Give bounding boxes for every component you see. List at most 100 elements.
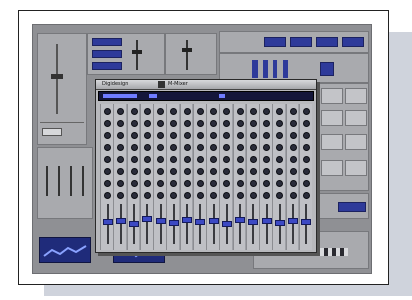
channel-knob[interactable] (183, 144, 191, 151)
channel-knob[interactable] (130, 120, 138, 127)
channel-knob[interactable] (289, 108, 297, 115)
pad-box-2[interactable] (345, 88, 367, 104)
channel-knob[interactable] (210, 108, 218, 115)
pad-box-6[interactable] (345, 134, 367, 150)
channel-knob[interactable] (302, 192, 310, 199)
left-lower-slider-4[interactable] (82, 166, 84, 196)
channel-knob[interactable] (196, 168, 204, 175)
channel-knob[interactable] (104, 156, 112, 163)
channel-knob[interactable] (289, 156, 297, 163)
channel-knob[interactable] (157, 144, 165, 151)
channel-knob[interactable] (157, 132, 165, 139)
fader-handle[interactable] (274, 220, 285, 227)
channel-knob[interactable] (210, 132, 218, 139)
channel-knob[interactable] (104, 180, 112, 187)
left-lower-slider-2[interactable] (58, 166, 60, 196)
left-lower-slider-3[interactable] (70, 166, 72, 196)
channel-knob[interactable] (183, 108, 191, 115)
channel-knob[interactable] (249, 156, 257, 163)
channel-knob[interactable] (210, 120, 218, 127)
channel-knob[interactable] (210, 144, 218, 151)
channel-knob[interactable] (263, 144, 271, 151)
channel-knob[interactable] (263, 156, 271, 163)
channel-knob[interactable] (276, 180, 284, 187)
channel-knob[interactable] (249, 168, 257, 175)
channel-knob[interactable] (183, 120, 191, 127)
channel-knob[interactable] (289, 168, 297, 175)
channel-knob[interactable] (223, 120, 231, 127)
pad-box-3[interactable] (321, 110, 343, 126)
pad-box-8[interactable] (345, 160, 367, 176)
channel-knob[interactable] (104, 168, 112, 175)
mixer-titlebar[interactable]: Digidesign M-Mixer (96, 80, 316, 90)
channel-knob[interactable] (104, 132, 112, 139)
upper-slider-icon[interactable] (136, 40, 138, 70)
fader-handle[interactable] (248, 219, 259, 226)
transport-button-1[interactable] (264, 37, 286, 47)
channel-knob[interactable] (157, 180, 165, 187)
channel-knob[interactable] (249, 144, 257, 151)
channel-knob[interactable] (157, 192, 165, 199)
channel-knob[interactable] (276, 168, 284, 175)
channel-knob[interactable] (276, 120, 284, 127)
tempo-slider-track[interactable] (186, 40, 188, 70)
channel-knob[interactable] (170, 192, 178, 199)
channel-knob[interactable] (289, 192, 297, 199)
channel-knob[interactable] (183, 132, 191, 139)
channel-knob[interactable] (143, 156, 151, 163)
channel-knob[interactable] (236, 180, 244, 187)
channel-knob[interactable] (143, 120, 151, 127)
pad-box-4[interactable] (345, 110, 367, 126)
tempo-slider-handle[interactable] (182, 48, 192, 52)
channel-knob[interactable] (196, 108, 204, 115)
channel-knob[interactable] (223, 168, 231, 175)
left-slider-handle[interactable] (51, 74, 63, 79)
fader-handle[interactable] (261, 218, 272, 225)
channel-knob[interactable] (263, 180, 271, 187)
channel-knob[interactable] (210, 156, 218, 163)
channel-knob[interactable] (236, 156, 244, 163)
channel-knob[interactable] (130, 168, 138, 175)
channel-knob[interactable] (157, 108, 165, 115)
channel-knob[interactable] (170, 168, 178, 175)
channel-knob[interactable] (143, 108, 151, 115)
channel-knob[interactable] (143, 132, 151, 139)
channel-knob[interactable] (236, 144, 244, 151)
channel-knob[interactable] (117, 132, 125, 139)
channel-knob[interactable] (236, 192, 244, 199)
channel-knob[interactable] (210, 168, 218, 175)
channel-knob[interactable] (223, 144, 231, 151)
channel-knob[interactable] (170, 108, 178, 115)
channel-knob[interactable] (302, 180, 310, 187)
fader-handle[interactable] (129, 221, 140, 227)
channel-knob[interactable] (302, 132, 310, 139)
channel-knob[interactable] (289, 180, 297, 187)
channel-knob[interactable] (117, 192, 125, 199)
channel-knob[interactable] (302, 144, 310, 151)
channel-knob[interactable] (236, 132, 244, 139)
fader-handle[interactable] (115, 217, 126, 224)
channel-knob[interactable] (117, 108, 125, 115)
channel-knob[interactable] (170, 144, 178, 151)
channel-knob[interactable] (289, 132, 297, 139)
channel-knob[interactable] (130, 144, 138, 151)
channel-knob[interactable] (130, 180, 138, 187)
channel-knob[interactable] (249, 120, 257, 127)
channel-knob[interactable] (223, 156, 231, 163)
channel-knob[interactable] (104, 144, 112, 151)
left-lower-slider-1[interactable] (46, 166, 48, 196)
pad-box-1[interactable] (321, 88, 343, 104)
channel-knob[interactable] (104, 120, 112, 127)
transport-button-2[interactable] (290, 37, 312, 47)
channel-knob[interactable] (236, 108, 244, 115)
channel-knob[interactable] (157, 156, 165, 163)
channel-knob[interactable] (170, 180, 178, 187)
channel-knob[interactable] (183, 192, 191, 199)
channel-knob[interactable] (117, 180, 125, 187)
channel-knob[interactable] (104, 108, 112, 115)
channel-knob[interactable] (130, 108, 138, 115)
channel-knob[interactable] (263, 168, 271, 175)
channel-knob[interactable] (130, 156, 138, 163)
channel-knob[interactable] (210, 192, 218, 199)
fader-handle[interactable] (221, 221, 232, 227)
